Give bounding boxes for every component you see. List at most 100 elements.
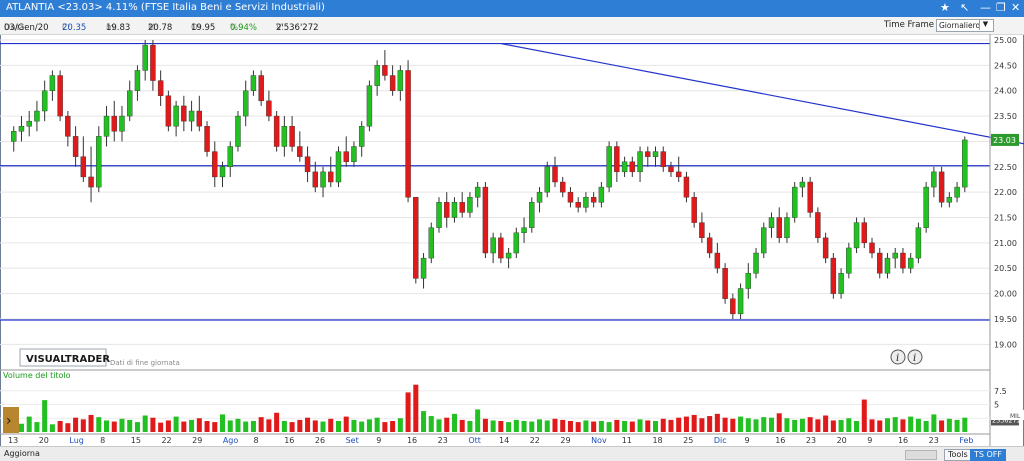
- window-title: ATLANTIA <23.03> 4.11% (FTSE Italia Beni…: [6, 2, 325, 13]
- open-value: 19.95: [191, 23, 216, 33]
- candle-body: [212, 151, 218, 178]
- volume-bar: [227, 420, 233, 432]
- candle-body: [26, 120, 32, 127]
- candle-body: [544, 166, 550, 193]
- volume-bar: [451, 413, 457, 432]
- scroll-left-button[interactable]: ›: [3, 407, 19, 433]
- volume-bar: [714, 413, 720, 432]
- candle-body: [575, 202, 581, 208]
- minimize-icon[interactable]: —: [980, 1, 991, 14]
- volume-bar: [359, 421, 365, 432]
- candle-body: [343, 151, 349, 162]
- volume-bar: [390, 421, 396, 432]
- close-value: 20.35: [62, 23, 87, 33]
- volume-bar: [869, 419, 875, 432]
- time-tick-label: Ago: [223, 436, 239, 445]
- volume-bar: [65, 423, 71, 432]
- price-tick-label: 19.00: [994, 340, 1017, 349]
- star-icon[interactable]: ★: [940, 1, 950, 14]
- volume-bar: [668, 419, 674, 432]
- candle-body: [954, 186, 960, 198]
- volume-bar: [289, 422, 295, 432]
- volume-bar: [606, 422, 612, 432]
- volume-bar: [482, 418, 488, 432]
- candle-body: [227, 146, 233, 168]
- volume-bar: [676, 417, 682, 432]
- close-icon[interactable]: ✕: [1011, 1, 1020, 14]
- restore-icon[interactable]: ❐: [996, 1, 1006, 14]
- time-tick-label: 9: [376, 436, 381, 445]
- time-axis: 13 20 Lug 8 15 22 29 Ago 8 16 26 Set 9 16 23 Ott 14 22 29 N…: [0, 433, 990, 445]
- chevron-right-icon[interactable]: ›: [6, 413, 12, 429]
- candle-body: [923, 186, 929, 228]
- volume-bar: [691, 414, 697, 432]
- candles: [11, 40, 968, 319]
- volume-bar: [846, 418, 852, 432]
- candle-body: [49, 75, 56, 91]
- volume-bar: [119, 418, 125, 432]
- candle-body: [498, 237, 504, 259]
- candle-body: [598, 186, 605, 203]
- max-value: 20.78: [148, 23, 173, 33]
- volume-bar: [397, 418, 403, 432]
- ts-off-button[interactable]: TS OFF: [970, 449, 1007, 461]
- volume-bar: [629, 421, 635, 432]
- candle-body: [103, 115, 110, 137]
- volume-bar: [652, 421, 659, 432]
- update-button[interactable]: Aggiorna: [4, 449, 40, 458]
- candle-body: [96, 136, 102, 188]
- candle-body: [799, 181, 806, 188]
- volume-bar: [962, 417, 968, 432]
- volume-bar: [753, 419, 759, 432]
- volume-bar: [892, 417, 898, 432]
- candle-body: [931, 171, 937, 188]
- volume-bar: [529, 421, 535, 432]
- time-tick-label: 16: [898, 436, 908, 445]
- mil-label: MIL: [1010, 413, 1021, 420]
- logo-text: VISUALTRADER: [26, 354, 110, 365]
- time-tick-label: Set: [346, 436, 359, 445]
- arrow-nw-icon[interactable]: ↖: [960, 1, 969, 14]
- time-tick-label: 29: [192, 436, 202, 445]
- candle-body: [691, 197, 697, 223]
- volume-bar: [26, 416, 32, 432]
- candle-body: [737, 288, 744, 315]
- candle-body: [675, 171, 682, 178]
- candle-body: [266, 100, 272, 117]
- chevron-down-icon[interactable]: ▼: [979, 19, 991, 30]
- candle-body: [505, 252, 512, 259]
- volume-bar: [707, 416, 713, 432]
- candle-body: [181, 105, 187, 122]
- candle-body: [335, 151, 342, 183]
- price-tick-label: 24.00: [994, 87, 1017, 96]
- candle-body: [142, 44, 148, 71]
- volume-bar: [598, 421, 604, 432]
- volume-bar: [104, 420, 110, 432]
- candle-body: [444, 202, 450, 218]
- volume-bar: [567, 421, 573, 432]
- price-chart[interactable]: 25.0024.5024.0023.5023.0022.5022.0021.50…: [0, 34, 1024, 446]
- time-tick-label: Lug: [69, 436, 83, 445]
- volume-bar: [830, 420, 836, 432]
- candle-body: [157, 80, 164, 96]
- candle-body: [838, 273, 844, 294]
- info-icons[interactable]: i i: [890, 349, 923, 365]
- candle-body: [745, 273, 752, 289]
- candle-body: [536, 191, 543, 203]
- price-axis: 25.0024.5024.0023.5023.0022.5022.0021.50…: [989, 34, 1019, 446]
- candle-body: [204, 126, 210, 152]
- volume-bar: [320, 421, 326, 432]
- price-tick-label: 20.00: [994, 290, 1017, 299]
- volume-bar: [923, 421, 929, 432]
- candle-body: [297, 146, 303, 157]
- scrollbar-thumb[interactable]: [905, 450, 937, 460]
- candle-body: [606, 146, 612, 188]
- volume-bar: [297, 419, 303, 432]
- volume-bar: [42, 400, 48, 432]
- tools-button[interactable]: Tools: [944, 449, 972, 461]
- volume-bar: [544, 420, 550, 432]
- volume-bar: [374, 417, 380, 432]
- candle-body: [413, 197, 419, 279]
- candle-body: [490, 237, 496, 254]
- candle-body: [652, 151, 659, 157]
